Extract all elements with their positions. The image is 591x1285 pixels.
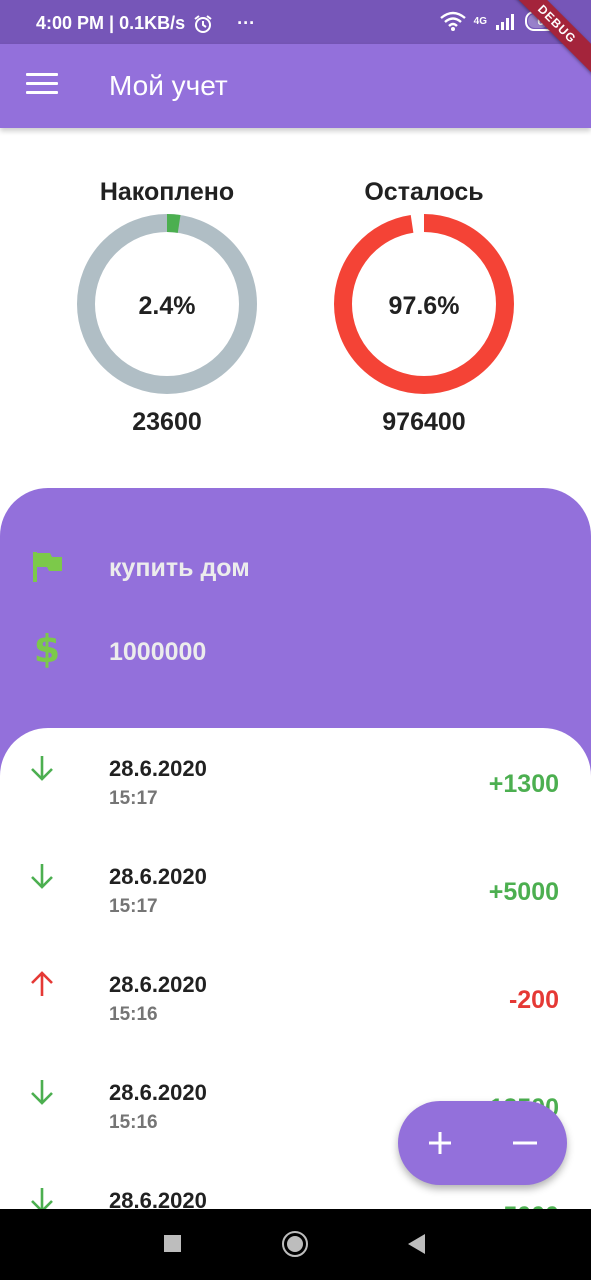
- transaction-amount: +5000: [488, 878, 559, 906]
- status-bar: 4:00 PM | 0.1KB/s ··· 4G 65: [0, 0, 591, 44]
- transaction-time: 15:16: [109, 1112, 158, 1133]
- arrow-up-icon: [31, 971, 53, 996]
- flag-icon: [33, 552, 62, 582]
- transaction-row[interactable]: 28.6.2020 15:17 +5000: [0, 836, 591, 944]
- transaction-row[interactable]: 28.6.2020 15:16 -200: [0, 944, 591, 1052]
- network-type: 4G: [473, 15, 487, 27]
- svg-text:$: $: [34, 628, 60, 668]
- dollar-icon: $: [34, 628, 60, 668]
- transaction-amount: +1300: [488, 770, 559, 798]
- minus-icon: [513, 1141, 537, 1145]
- more-notifications: ···: [237, 13, 256, 33]
- saved-gauge: Накоплено 2.4% 23600: [77, 178, 257, 448]
- add-remove-fab: [398, 1101, 567, 1185]
- remaining-percent: 97.6%: [388, 292, 460, 320]
- remaining-label: Осталось: [364, 178, 484, 206]
- arrow-down-icon: [31, 1080, 53, 1105]
- transaction-date: 28.6.2020: [109, 864, 207, 889]
- goal-name: купить дом: [109, 554, 250, 582]
- arrow-down-icon: [31, 756, 53, 781]
- alarm-icon: [194, 14, 212, 33]
- home-circle-icon: [282, 1231, 308, 1257]
- transaction-date: 28.6.2020: [109, 1080, 207, 1105]
- goal-amount-row: $ 1000000: [0, 626, 591, 676]
- back-triangle-icon: [408, 1234, 425, 1254]
- arrow-down-icon: [31, 864, 53, 889]
- remaining-gauge: Осталось 97.6% 976400: [334, 178, 514, 448]
- transaction-row[interactable]: 28.6.2020 15:17 +1300: [0, 728, 591, 836]
- add-income-button[interactable]: [398, 1101, 482, 1185]
- square-icon: [164, 1235, 181, 1252]
- goal-name-row: купить дом: [0, 542, 591, 592]
- back-button[interactable]: [377, 1209, 457, 1280]
- hamburger-menu-icon[interactable]: [26, 73, 58, 99]
- status-left: 4:00 PM | 0.1KB/s ···: [36, 13, 255, 34]
- goal-amount: 1000000: [109, 638, 207, 666]
- saved-label: Накоплено: [99, 178, 235, 206]
- wifi-icon: [439, 11, 466, 31]
- signal-icon: [496, 14, 514, 30]
- transaction-time: 15:16: [109, 1004, 158, 1025]
- recent-apps-button[interactable]: [132, 1209, 212, 1280]
- transaction-date: 28.6.2020: [109, 1188, 207, 1209]
- home-button[interactable]: [255, 1209, 335, 1280]
- transaction-amount: -200: [508, 986, 559, 1014]
- saved-percent: 2.4%: [138, 292, 196, 320]
- plus-icon: [429, 1132, 451, 1154]
- saved-amount: 23600: [132, 408, 202, 436]
- transaction-date: 28.6.2020: [109, 756, 207, 781]
- system-nav-bar: [0, 1209, 591, 1280]
- transaction-date: 28.6.2020: [109, 972, 207, 997]
- remaining-amount: 976400: [382, 408, 466, 436]
- status-time: 4:00 PM | 0.1KB/s: [36, 13, 186, 33]
- arrow-down-icon: [31, 1188, 53, 1209]
- app-bar: Мой учет: [0, 44, 591, 128]
- add-expense-button[interactable]: [483, 1101, 567, 1185]
- transaction-amount: +5000: [489, 1202, 559, 1209]
- transaction-time: 15:17: [109, 896, 158, 917]
- transaction-time: 15:17: [109, 788, 158, 809]
- page-title: Мой учет: [109, 70, 228, 101]
